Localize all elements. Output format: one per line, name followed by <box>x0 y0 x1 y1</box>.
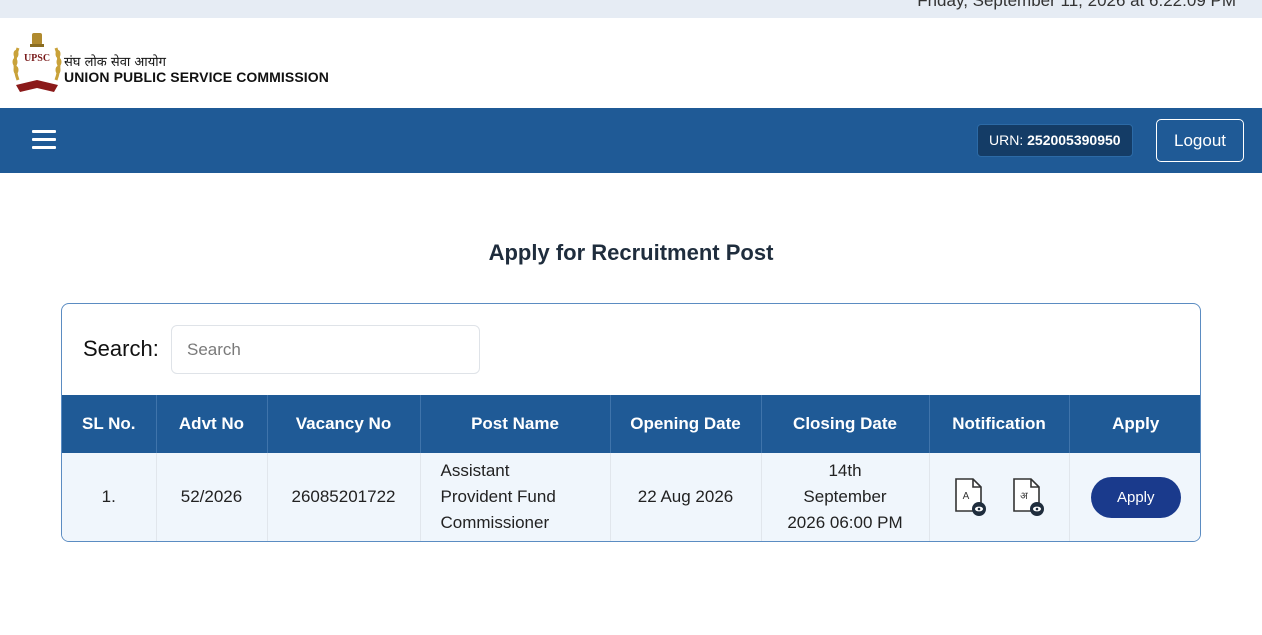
header-vacancy-no[interactable]: Vacancy No <box>267 395 421 453</box>
post-name-line: Provident Fund <box>440 487 556 506</box>
svg-text:A: A <box>962 491 969 502</box>
cell-advt-no: 52/2026 <box>156 453 268 541</box>
cell-apply: Apply <box>1069 453 1200 541</box>
post-name-line: Assistant <box>440 461 510 480</box>
closing-date-line: 14th <box>828 461 862 480</box>
current-datetime: Friday, September 11, 2026 at 6:22:09 PM <box>917 0 1236 10</box>
cell-post-name: Assistant Provident Fund Commissioner <box>420 453 611 541</box>
cell-sl-no: 1. <box>62 453 157 541</box>
svg-text:अ: अ <box>1021 491 1029 502</box>
header-notification[interactable]: Notification <box>929 395 1070 453</box>
cell-vacancy-no: 26085201722 <box>267 453 421 541</box>
hindi-notification-icon[interactable]: अ <box>1011 477 1045 517</box>
urn-badge: URN: 252005390950 <box>977 124 1133 157</box>
search-input[interactable] <box>171 325 480 374</box>
closing-date-line: 2026 06:00 PM <box>787 513 903 532</box>
card-bottom-border <box>62 541 1201 542</box>
table-row: 1. 52/2026 26085201722 Assistant Provide… <box>62 453 1200 541</box>
header-advt-no[interactable]: Advt No <box>156 395 268 453</box>
urn-label: URN: <box>989 132 1024 148</box>
hamburger-menu-icon[interactable] <box>32 130 56 150</box>
site-header: UPSC संघ लोक सेवा आयोग UNION PUBLIC SERV… <box>0 18 1262 108</box>
english-notification-icon[interactable]: A <box>953 477 987 517</box>
svg-text:UPSC: UPSC <box>24 53 50 64</box>
page-title: Apply for Recruitment Post <box>488 240 774 265</box>
table-header-row: SL No. Advt No Vacancy No Post Name Open… <box>62 395 1200 453</box>
recruitment-posts-table: SL No. Advt No Vacancy No Post Name Open… <box>62 395 1200 541</box>
header-opening-date[interactable]: Opening Date <box>610 395 762 453</box>
header-sl-no[interactable]: SL No. <box>62 395 157 453</box>
header-closing-date[interactable]: Closing Date <box>761 395 930 453</box>
upsc-emblem-icon[interactable]: UPSC <box>10 30 64 96</box>
logout-button[interactable]: Logout <box>1156 119 1244 162</box>
cell-closing-date: 14th September 2026 06:00 PM <box>761 453 930 541</box>
cell-opening-date: 22 Aug 2026 <box>610 453 762 541</box>
cell-notification: A अ <box>929 453 1070 541</box>
top-strip: Friday, September 11, 2026 at 6:22:09 PM <box>0 0 1262 18</box>
header-post-name[interactable]: Post Name <box>420 395 611 453</box>
post-name-line: Commissioner <box>440 513 550 532</box>
org-name: UNION PUBLIC SERVICE COMMISSION <box>64 69 329 85</box>
navbar: URN: 252005390950 Logout <box>0 108 1262 173</box>
urn-value: 252005390950 <box>1027 132 1121 148</box>
search-label: Search: <box>83 336 159 361</box>
apply-button[interactable]: Apply <box>1090 476 1181 518</box>
closing-date-line: September <box>803 487 887 506</box>
org-name-hindi: संघ लोक सेवा आयोग <box>64 55 166 70</box>
recruitment-posts-card: Search: SL No. Advt No Vacancy No Post N… <box>61 303 1201 542</box>
header-apply[interactable]: Apply <box>1069 395 1200 453</box>
